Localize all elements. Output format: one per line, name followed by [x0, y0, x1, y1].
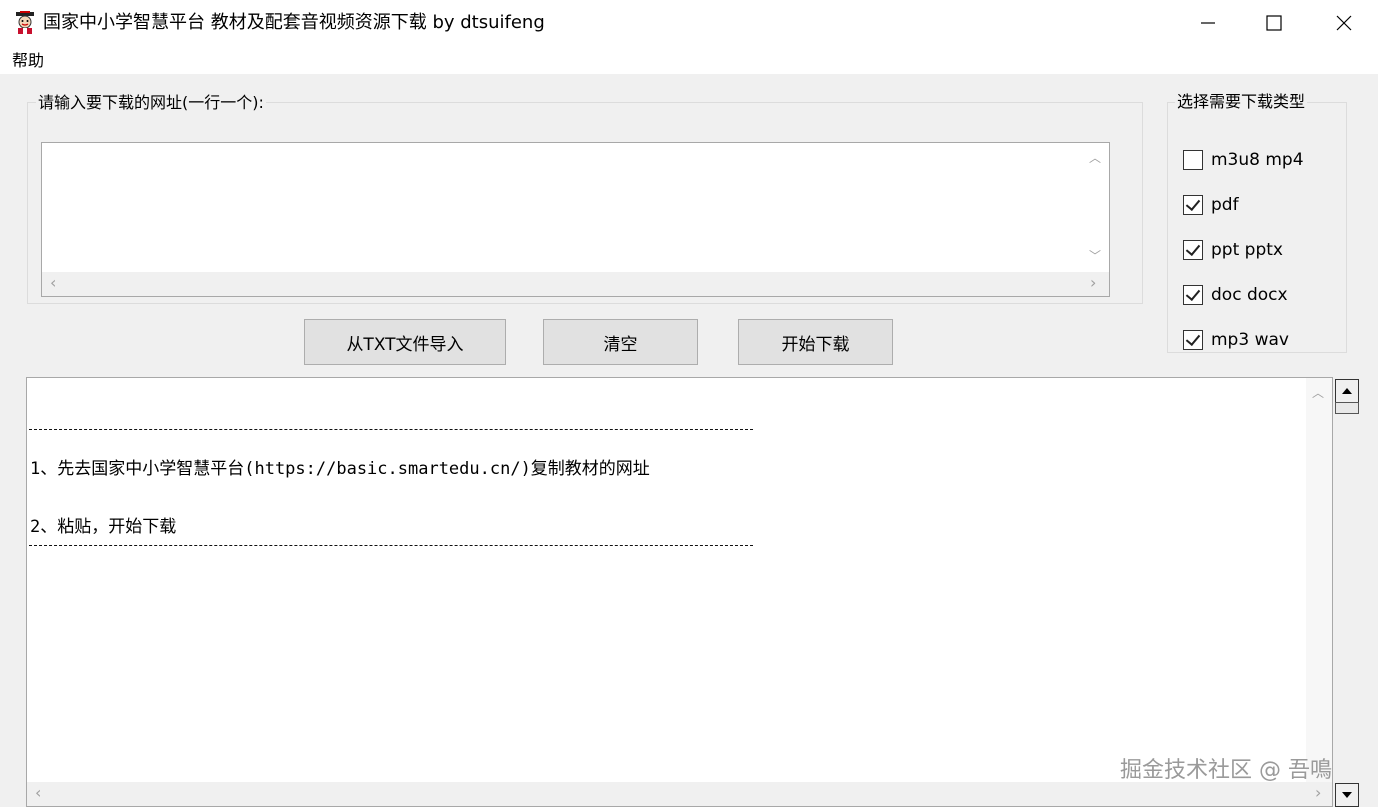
url-input-hscrollbar[interactable]: ‹ ›	[42, 272, 1109, 296]
url-input-vscrollbar[interactable]: ︿ ﹀	[1081, 143, 1109, 273]
scroll-up-icon[interactable]: ︿	[1312, 386, 1324, 400]
scroll-left-icon[interactable]: ‹	[50, 275, 56, 291]
scroll-up-icon[interactable]: ︿	[1089, 151, 1101, 165]
checkbox-doc[interactable]	[1183, 285, 1203, 305]
log-hscrollbar[interactable]: ‹ ›	[27, 782, 1332, 806]
url-input[interactable]: ︿ ﹀ ‹ ›	[41, 142, 1110, 297]
checkbox-ppt[interactable]	[1183, 240, 1203, 260]
close-button[interactable]	[1310, 0, 1378, 46]
type-option-mp3[interactable]: mp3 wav	[1183, 328, 1289, 352]
title-bar: 国家中小学智慧平台 教材及配套音视频资源下载 by dtsuifeng	[0, 0, 1378, 46]
scroll-thumb[interactable]	[1335, 402, 1359, 414]
minimize-button[interactable]	[1174, 0, 1242, 46]
close-icon	[1336, 15, 1352, 31]
type-option-ppt[interactable]: ppt pptx	[1183, 238, 1283, 262]
url-group-label: 请输入要下载的网址(一行一个):	[36, 93, 266, 113]
log-output[interactable]: 1、先去国家中小学智慧平台(https://basic.smartedu.cn/…	[26, 377, 1333, 807]
type-option-pdf[interactable]: pdf	[1183, 193, 1239, 217]
log-line: 2、粘贴，开始下载	[30, 517, 177, 537]
maximize-button[interactable]	[1240, 0, 1308, 46]
scroll-down-icon[interactable]: ﹀	[1089, 249, 1101, 263]
triangle-up-icon	[1342, 388, 1352, 394]
scroll-up-button[interactable]	[1335, 379, 1359, 403]
window-title: 国家中小学智慧平台 教材及配套音视频资源下载 by dtsuifeng	[43, 12, 545, 33]
log-line: 1、先去国家中小学智慧平台(https://basic.smartedu.cn/…	[30, 459, 650, 479]
window-vscrollbar[interactable]	[1334, 377, 1360, 807]
import-txt-button[interactable]: 从TXT文件导入	[304, 319, 506, 365]
scroll-left-icon[interactable]: ‹	[35, 785, 41, 801]
menu-help[interactable]: 帮助	[12, 51, 44, 71]
watermark: 掘金技术社区 @ 吾鳴	[1120, 758, 1332, 783]
triangle-down-icon	[1342, 792, 1352, 798]
scroll-right-icon[interactable]: ›	[1315, 785, 1321, 801]
divider-bottom	[29, 545, 753, 546]
type-option-label: m3u8 mp4	[1211, 150, 1304, 170]
minimize-icon	[1201, 22, 1215, 24]
app-icon	[16, 11, 34, 34]
maximize-icon	[1266, 15, 1282, 31]
checkbox-mp3[interactable]	[1183, 330, 1203, 350]
scroll-right-icon[interactable]: ›	[1090, 275, 1096, 291]
types-group-label: 选择需要下载类型	[1175, 92, 1308, 112]
checkbox-m3u8[interactable]	[1183, 150, 1203, 170]
start-download-button[interactable]: 开始下载	[738, 319, 893, 365]
divider-top	[29, 429, 753, 430]
checkbox-pdf[interactable]	[1183, 195, 1203, 215]
menu-bar: 帮助	[0, 46, 1378, 74]
type-option-label: mp3 wav	[1211, 330, 1289, 350]
types-groupbox	[1167, 102, 1347, 353]
clear-button[interactable]: 清空	[543, 319, 698, 365]
type-option-m3u8[interactable]: m3u8 mp4	[1183, 148, 1304, 172]
type-option-label: ppt pptx	[1211, 240, 1283, 260]
scroll-down-button[interactable]	[1335, 783, 1359, 807]
type-option-doc[interactable]: doc docx	[1183, 283, 1288, 307]
type-option-label: pdf	[1211, 195, 1239, 215]
type-option-label: doc docx	[1211, 285, 1288, 305]
log-vscrollbar[interactable]: ︿	[1306, 378, 1332, 783]
